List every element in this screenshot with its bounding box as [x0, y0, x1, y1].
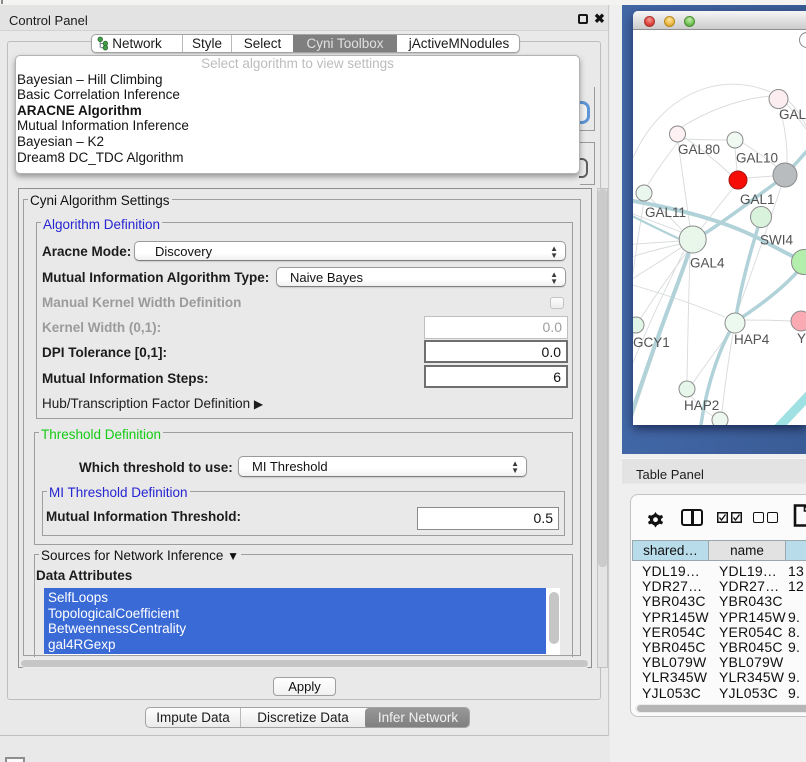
svg-text:HAP2: HAP2 — [684, 398, 719, 413]
svg-text:GAL4: GAL4 — [690, 256, 725, 271]
svg-text:GAL10: GAL10 — [736, 151, 778, 166]
svg-text:GCY1: GCY1 — [633, 335, 670, 350]
svg-text:SWI4: SWI4 — [760, 233, 793, 248]
svg-text:HAP4: HAP4 — [734, 332, 770, 347]
svg-text:GAL80: GAL80 — [678, 142, 720, 157]
svg-text:Y: Y — [797, 331, 806, 346]
svg-text:GAL1: GAL1 — [740, 192, 775, 207]
svg-text:GAL7: GAL7 — [779, 107, 806, 122]
svg-text:GAL11: GAL11 — [645, 205, 686, 220]
